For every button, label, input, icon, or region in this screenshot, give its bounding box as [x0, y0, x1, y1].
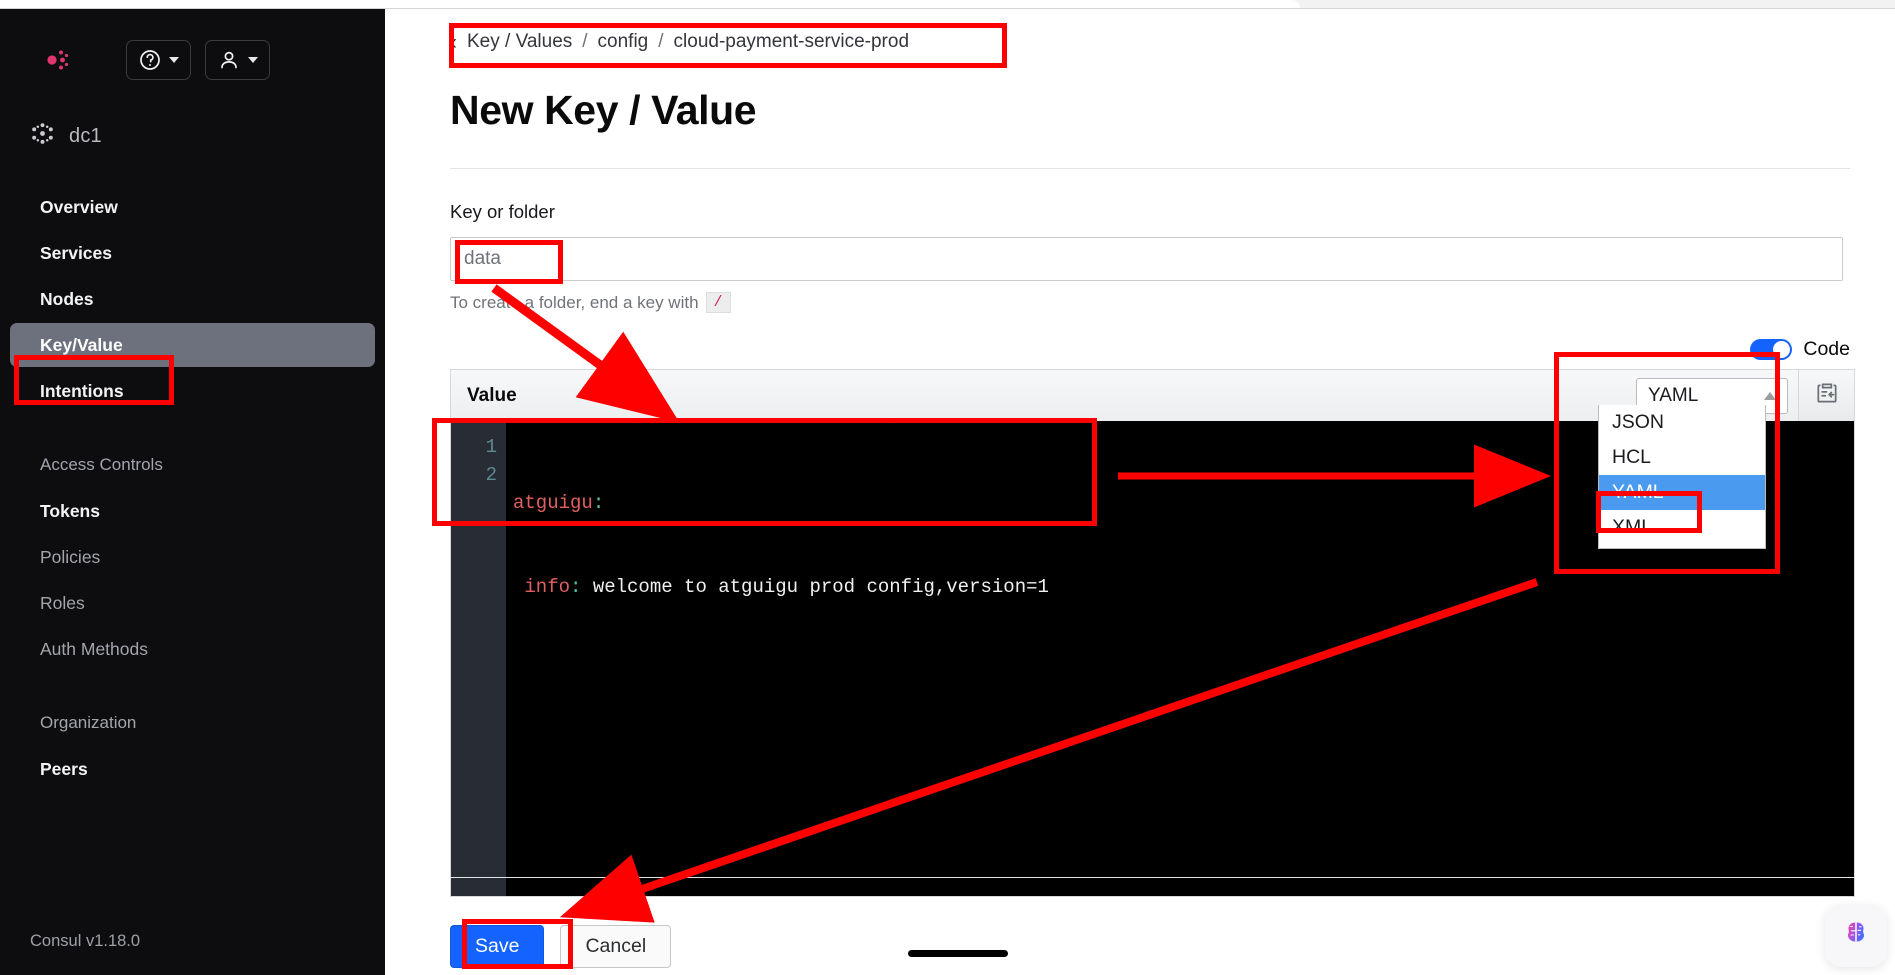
app-root: dc1 Overview Services Nodes Key/Value In…	[0, 0, 1895, 975]
question-circle-icon	[138, 48, 162, 72]
breadcrumb-item-key-values[interactable]: Key / Values	[467, 31, 572, 53]
key-or-folder-label: Key or folder	[450, 201, 555, 222]
title-divider	[450, 168, 1850, 169]
syntax-select-value: YAML	[1648, 384, 1699, 406]
cancel-button[interactable]: Cancel	[560, 925, 672, 968]
save-button[interactable]: Save	[450, 925, 545, 968]
syntax-option-yaml[interactable]: YAML	[1599, 475, 1765, 510]
caret-up-icon	[1764, 391, 1776, 400]
sidebar-item-peers[interactable]: Peers	[10, 747, 375, 791]
code-toggle-switch[interactable]	[1750, 339, 1793, 360]
editor-gutter: 1 2	[451, 421, 506, 896]
home-indicator	[908, 950, 1008, 957]
chevron-left-icon[interactable]: ‹	[450, 32, 457, 53]
user-menu-button[interactable]	[205, 40, 270, 80]
chevron-down-icon	[248, 57, 258, 63]
chevron-down-icon	[169, 57, 179, 63]
yaml-key-token: atguigu	[513, 492, 593, 514]
sidebar-item-intentions[interactable]: Intentions	[10, 369, 375, 413]
sidebar-item-auth-methods[interactable]: Auth Methods	[10, 627, 375, 671]
sidebar-top-actions	[126, 40, 270, 80]
footer-divider	[450, 877, 1855, 878]
yaml-key-token: info	[524, 576, 571, 598]
code-toggle-row[interactable]: Code	[1750, 338, 1850, 361]
line-number: 2	[485, 464, 497, 486]
browser-tab[interactable]	[0, 0, 1300, 8]
datacenter-snowflake-icon	[30, 121, 55, 151]
datacenter-label: dc1	[69, 124, 102, 147]
brain-icon	[1839, 917, 1873, 956]
sidebar-item-key-value[interactable]: Key/Value	[10, 323, 375, 367]
syntax-dropdown-list[interactable]: JSON HCL YAML XML	[1598, 405, 1766, 549]
syntax-option-xml[interactable]: XML	[1599, 510, 1765, 545]
syntax-option-json[interactable]: JSON	[1599, 405, 1765, 440]
sidebar-item-roles[interactable]: Roles	[10, 581, 375, 625]
breadcrumb-separator: /	[658, 31, 664, 52]
sidebar-section-access-controls[interactable]: Access Controls	[10, 443, 375, 487]
sidebar-item-policies[interactable]: Policies	[10, 535, 375, 579]
key-folder-hint: To create a folder, end a key with /	[450, 292, 1850, 313]
datacenter-selector[interactable]: dc1	[0, 83, 385, 151]
yaml-indent-token	[513, 576, 524, 598]
sidebar-item-overview[interactable]: Overview	[10, 185, 375, 229]
sidebar-section-organization[interactable]: Organization	[10, 701, 375, 745]
key-folder-hint-code: /	[705, 292, 731, 313]
syntax-option-hcl[interactable]: HCL	[1599, 440, 1765, 475]
sidebar: dc1 Overview Services Nodes Key/Value In…	[0, 9, 385, 975]
breadcrumb-item-config[interactable]: config	[598, 31, 649, 53]
form-actions: Save Cancel	[450, 925, 672, 968]
breadcrumb: ‹ Key / Values / config / cloud-payment-…	[450, 9, 1850, 53]
consul-version-label: Consul v1.18.0	[30, 932, 141, 950]
user-icon	[217, 48, 241, 72]
key-or-folder-input[interactable]: data	[450, 237, 1843, 281]
yaml-colon-token: :	[592, 492, 605, 514]
help-menu-button[interactable]	[126, 40, 191, 80]
ai-assistant-button[interactable]	[1825, 905, 1887, 967]
consul-logo[interactable]	[30, 37, 76, 83]
sidebar-item-tokens[interactable]: Tokens	[10, 489, 375, 533]
line-number: 1	[485, 436, 497, 458]
breadcrumb-item-cloud-payment-service-prod[interactable]: cloud-payment-service-prod	[674, 31, 910, 53]
sidebar-item-nodes[interactable]: Nodes	[10, 277, 375, 321]
page-title: New Key / Value	[450, 87, 757, 133]
sidebar-item-services[interactable]: Services	[10, 231, 375, 275]
breadcrumb-separator: /	[582, 31, 588, 52]
yaml-colon-token: :	[570, 576, 582, 598]
sidebar-header	[0, 9, 385, 83]
sidebar-nav: Overview Services Nodes Key/Value Intent…	[0, 185, 385, 791]
value-label: Value	[467, 384, 517, 406]
browser-chrome-strip	[0, 0, 1895, 9]
yaml-value-token: welcome to atguigu prod config,version=1	[581, 576, 1049, 598]
toggle-knob	[1773, 341, 1791, 358]
code-toggle-label: Code	[1803, 338, 1850, 360]
clipboard-paste-button[interactable]	[1798, 370, 1854, 421]
clipboard-paste-icon	[1814, 380, 1840, 411]
key-folder-hint-text: To create a folder, end a key with	[450, 292, 699, 312]
code-line: info: welcome to atguigu prod config,ver…	[513, 573, 1854, 601]
